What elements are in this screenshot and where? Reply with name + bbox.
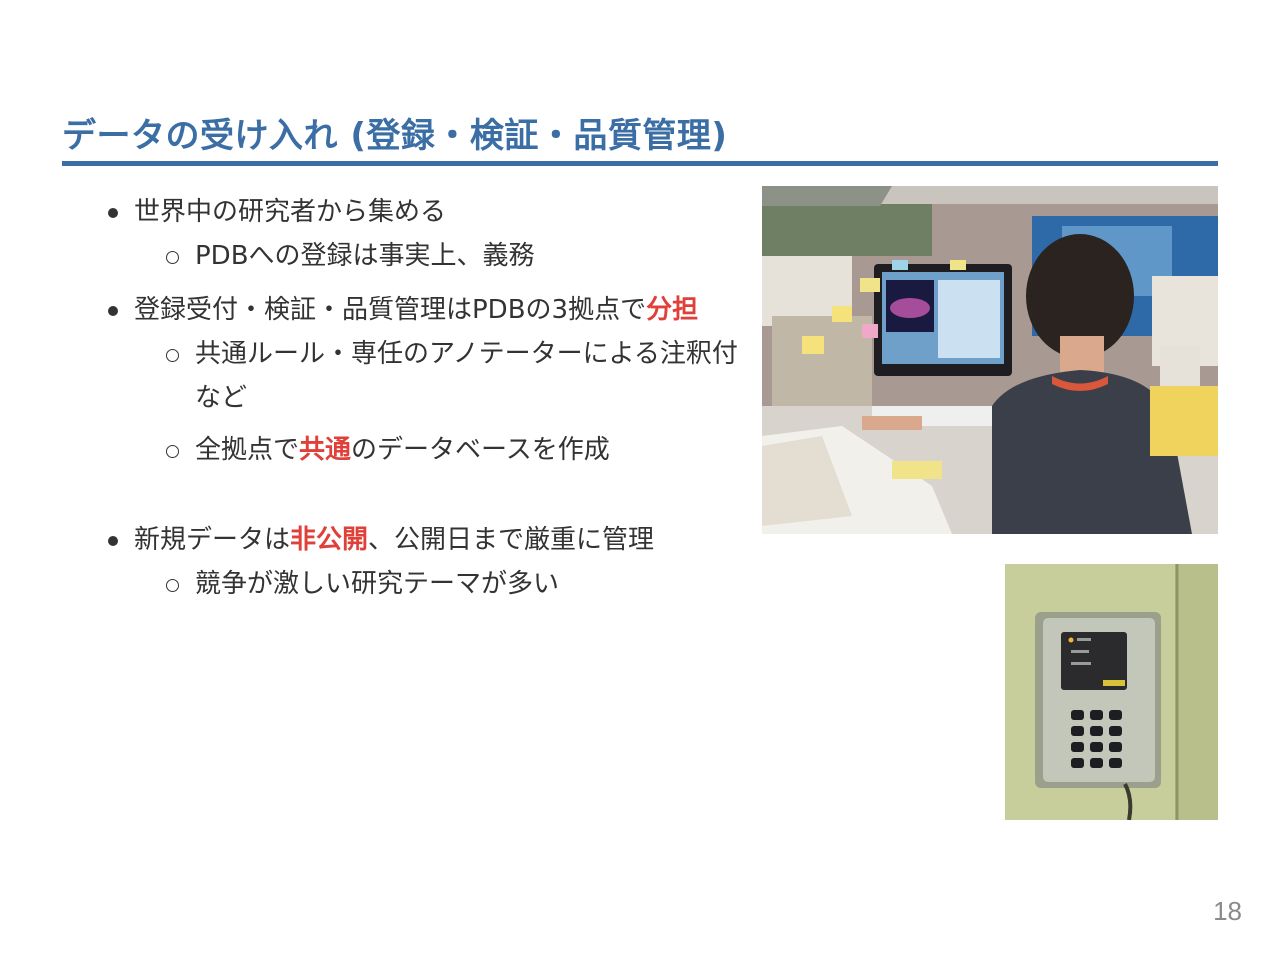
bullet-2-sub-1-text: 共通ルール・専任のアノテーターによる注釈付など — [195, 339, 738, 413]
bullet-2-sub-2-text-before: 全拠点で — [195, 435, 300, 465]
bullet-2: 登録受付・検証・品質管理はPDBの3拠点で分担 — [100, 288, 750, 332]
bullet-2-sub-2-text-after: のデータベースを作成 — [351, 435, 610, 465]
bullet-list: 世界中の研究者から集める PDBへの登録は事実上、義務 登録受付・検証・品質管理… — [100, 190, 750, 606]
page-number: 18 — [1213, 896, 1242, 926]
bullet-1: 世界中の研究者から集める — [100, 190, 750, 234]
bullet-2-highlight: 分担 — [646, 295, 699, 325]
bullet-1-text: 世界中の研究者から集める — [134, 197, 447, 227]
bullet-1-sub-1: PDBへの登録は事実上、義務 — [100, 234, 750, 278]
security-photo — [1005, 564, 1218, 820]
bullet-3-sub-1: 競争が激しい研究テーマが多い — [100, 562, 750, 606]
security-photo-illustration — [1005, 564, 1218, 820]
bullet-2-sub-2-highlight: 共通 — [299, 435, 352, 465]
slide-title: データの受け入れ (登録・検証・品質管理) — [62, 116, 728, 156]
bullet-3: 新規データは非公開、公開日まで厳重に管理 — [100, 518, 750, 562]
bullet-2-sub-1: 共通ルール・専任のアノテーターによる注釈付など — [100, 332, 750, 420]
bullet-3-sub-1-text: 競争が激しい研究テーマが多い — [195, 569, 560, 599]
office-photo-illustration — [762, 186, 1218, 534]
bullet-3-text-after: 、公開日まで厳重に管理 — [368, 525, 655, 555]
bullet-2-sub-2: 全拠点で共通のデータベースを作成 — [100, 428, 750, 472]
office-photo — [762, 186, 1218, 534]
bullet-2-text: 登録受付・検証・品質管理はPDBの3拠点で — [134, 295, 647, 325]
bullet-3-highlight: 非公開 — [290, 525, 369, 555]
bullet-3-text-before: 新規データは — [134, 525, 291, 555]
title-underline — [62, 161, 1218, 166]
bullet-1-sub-1-text: PDBへの登録は事実上、義務 — [195, 241, 535, 271]
